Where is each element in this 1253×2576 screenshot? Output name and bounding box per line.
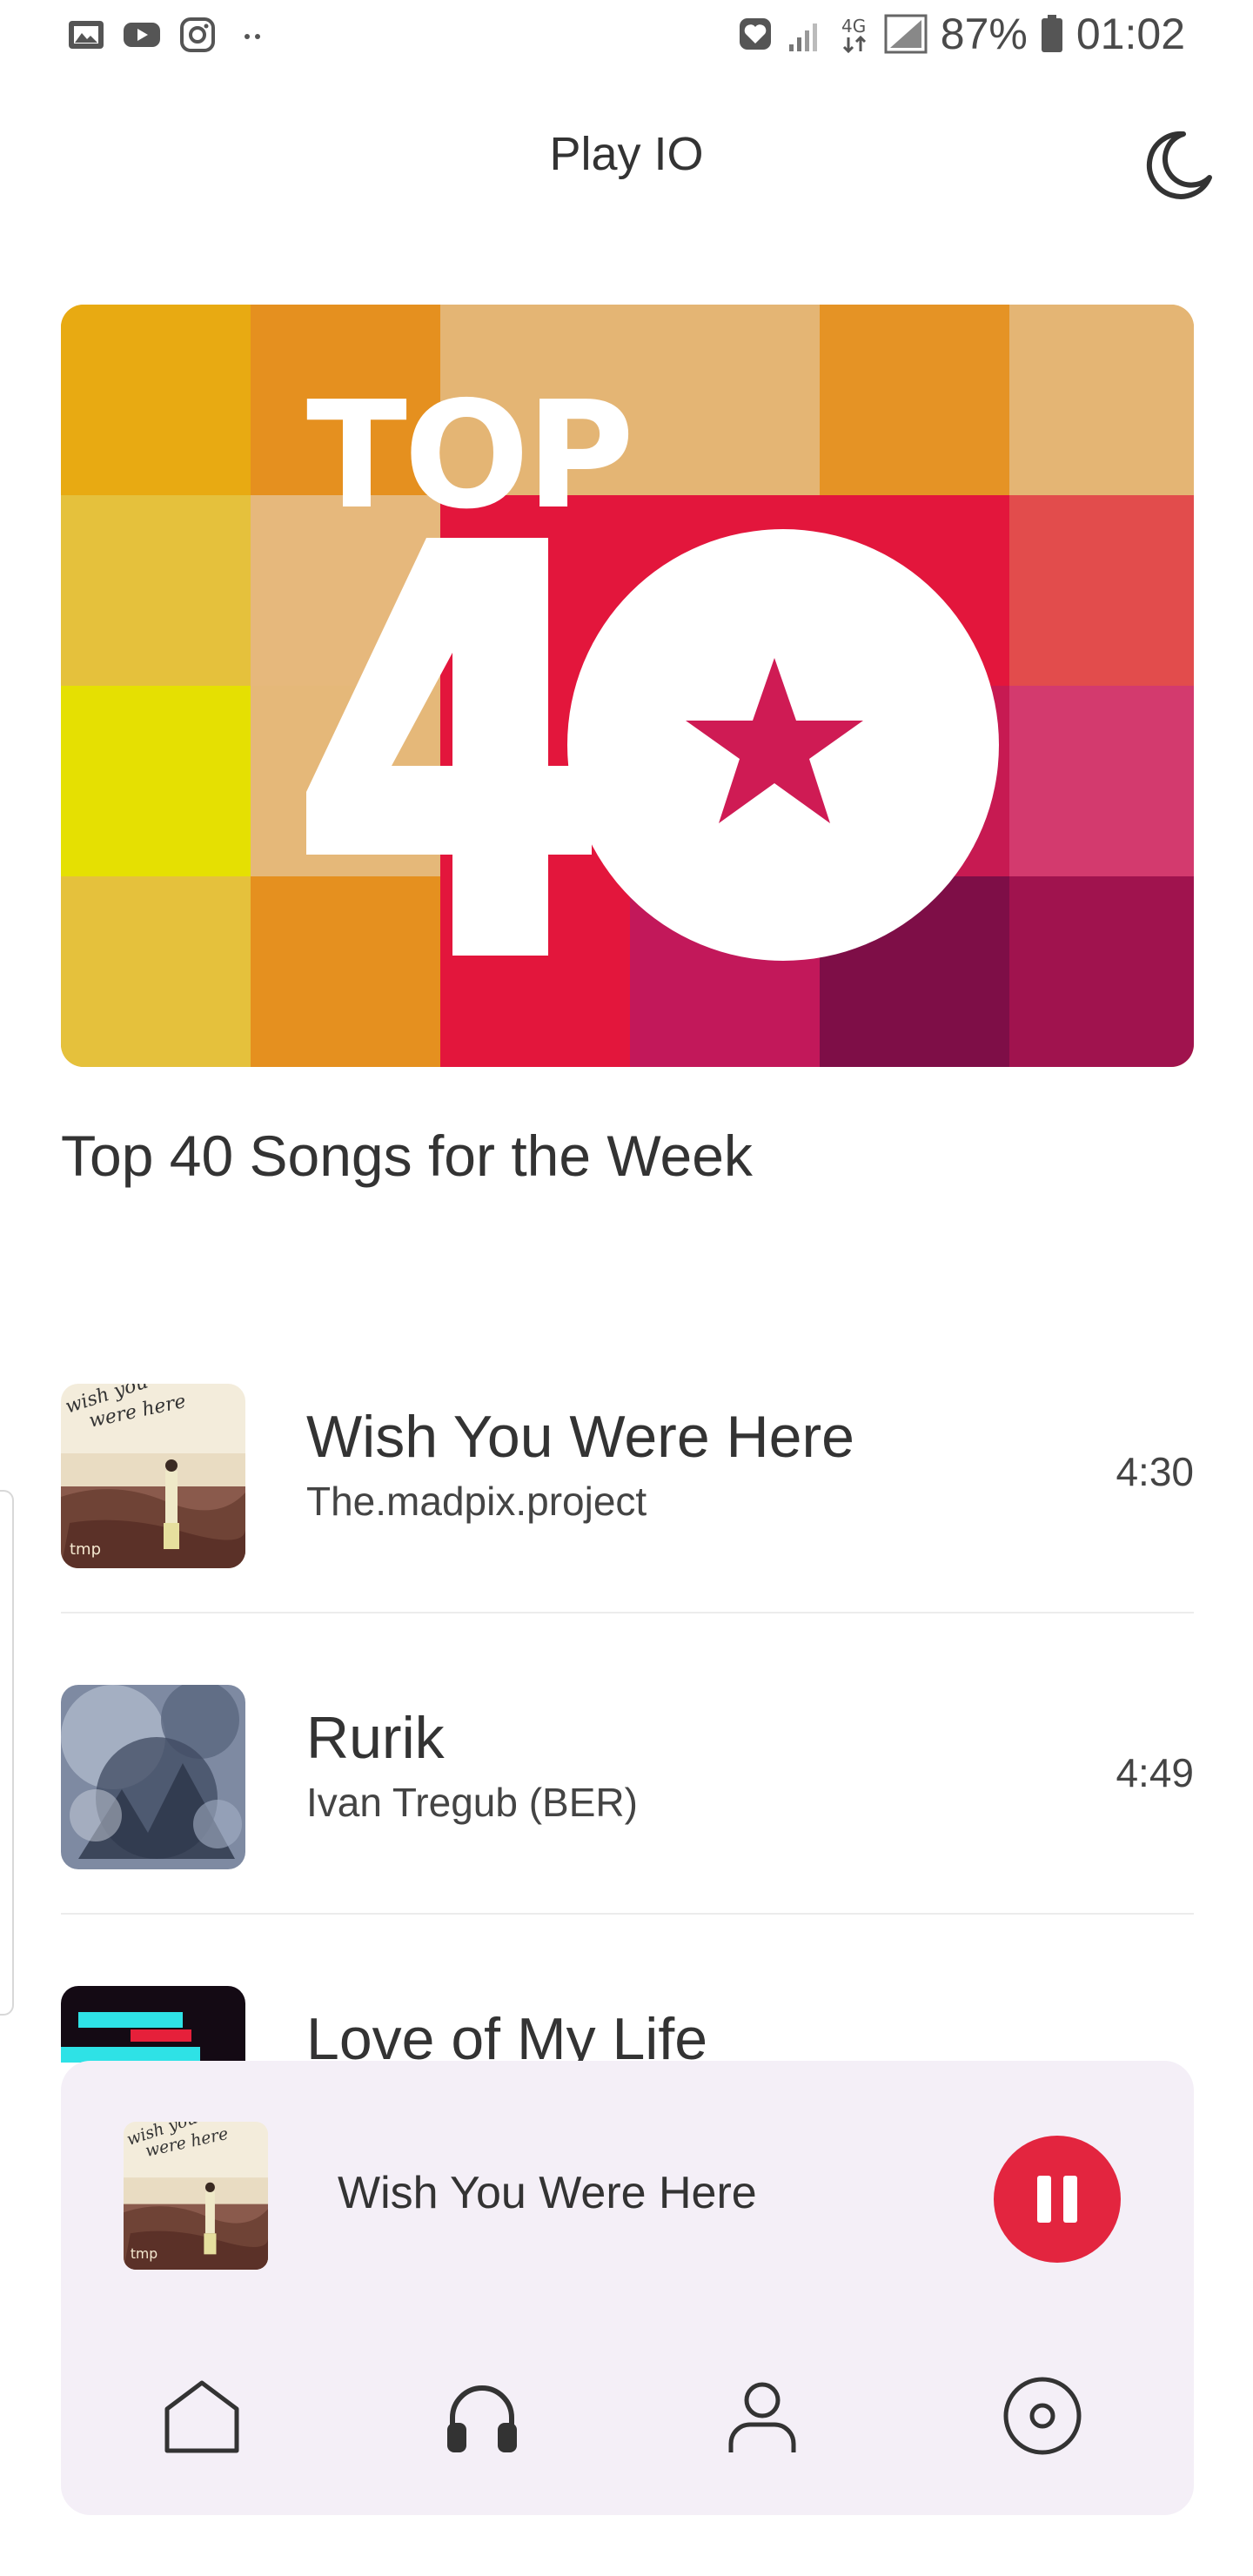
health-notification-icon [739,18,771,50]
track-title: Wish You Were Here [306,1404,854,1470]
track-artwork [61,1986,245,2063]
side-panel-handle[interactable] [0,1490,14,2016]
now-playing-title: Wish You Were Here [338,2168,757,2218]
now-playing-artwork: wish you were here tmp [124,2122,268,2270]
disc-icon[interactable] [1001,2374,1084,2458]
status-bar: 4G 87% 01:02 [0,0,1253,75]
banner-top-text: TOP [306,370,631,542]
track-title: Love of My Life [306,2006,708,2063]
network-4g-icon: 4G [841,16,866,54]
top40-cover-image: TOP [61,305,1194,1067]
youtube-notification-icon [124,23,160,47]
track-row[interactable]: Love of My Life [61,1977,1194,2063]
track-row[interactable]: Rurik Ivan Tregub (BER) 4:49 [61,1676,1194,1869]
battery-icon [1041,15,1062,52]
app-title: Play IO [549,128,704,180]
divider [61,1612,1194,1613]
track-artist: The.madpix.project [306,1479,647,1524]
playlist-banner[interactable]: TOP [61,305,1194,1067]
track-row[interactable]: wish you were here tmp Wish You Were Her… [61,1375,1194,1568]
home-icon[interactable] [160,2374,244,2458]
signal-icon [788,23,817,51]
track-artwork: wish you were here tmp [61,1384,245,1568]
track-title: Rurik [306,1705,445,1771]
now-playing-card[interactable]: wish you were here tmp Wish You Were Her… [61,2061,1194,2515]
battery-percent: 87% [940,10,1028,58]
track-artwork [61,1685,245,1869]
pause-icon [1037,2176,1051,2223]
clock: 01:02 [1075,10,1185,58]
instagram-notification-icon [180,17,215,52]
dark-mode-toggle-icon[interactable] [1142,127,1216,202]
gallery-notification-icon [69,21,104,49]
track-artist: Ivan Tregub (BER) [306,1780,638,1825]
headphones-icon[interactable] [440,2374,524,2458]
person-icon[interactable] [720,2374,804,2458]
divider [61,1913,1194,1915]
more-notifications-icon [245,34,260,39]
art-mark: tmp [131,2245,157,2262]
playlist-title: Top 40 Songs for the Week [61,1124,753,1188]
track-duration: 4:49 [1116,1750,1194,1795]
track-list: wish you were here tmp Wish You Were Her… [0,1305,1253,2063]
track-duration: 4:30 [1116,1449,1194,1494]
art-mark: tmp [70,1540,101,1559]
signal-2-icon [884,14,928,54]
pause-button[interactable] [994,2136,1121,2263]
svg-text:4G: 4G [841,16,866,37]
